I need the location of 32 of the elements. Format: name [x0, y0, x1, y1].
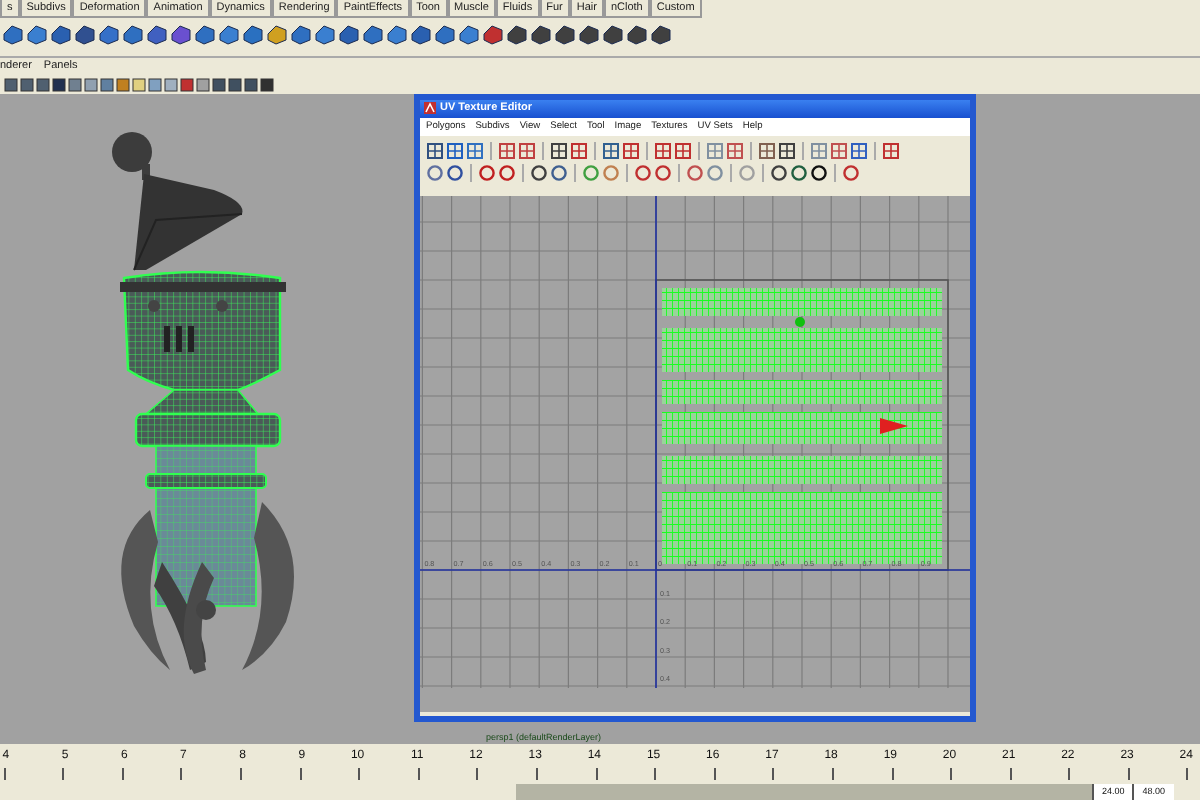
- tool-icon[interactable]: [602, 22, 624, 47]
- tool-icon[interactable]: [426, 141, 444, 160]
- tool-icon[interactable]: [578, 22, 600, 47]
- app-logo-icon: [424, 102, 436, 115]
- tool-icon[interactable]: [122, 22, 144, 47]
- tool-icon[interactable]: [530, 22, 552, 47]
- tool-icon[interactable]: [26, 22, 48, 47]
- tool-icon[interactable]: [506, 22, 528, 47]
- tool-icon[interactable]: [362, 22, 384, 47]
- tool-icon[interactable]: [2, 22, 24, 47]
- tool-icon[interactable]: [314, 22, 336, 47]
- tool-icon[interactable]: [194, 22, 216, 47]
- tool-icon[interactable]: [554, 22, 576, 47]
- tool-icon[interactable]: [778, 141, 796, 160]
- tool-icon[interactable]: [146, 22, 168, 47]
- tool-icon[interactable]: [386, 22, 408, 47]
- tool-icon[interactable]: [338, 22, 360, 47]
- tool-icon[interactable]: [410, 22, 432, 47]
- tool-icon[interactable]: [98, 22, 120, 47]
- tool-icon[interactable]: [290, 22, 312, 47]
- tool-icon[interactable]: [242, 22, 264, 47]
- tool-icon[interactable]: [218, 22, 240, 47]
- tool-icon[interactable]: [482, 22, 504, 47]
- tool-icon[interactable]: [74, 22, 96, 47]
- tool-icon[interactable]: [170, 22, 192, 47]
- tool-icon[interactable]: [626, 22, 648, 47]
- tool-icon[interactable]: [434, 22, 456, 47]
- tool-icon[interactable]: [550, 141, 568, 160]
- tool-icon[interactable]: [458, 22, 480, 47]
- tool-icon[interactable]: [650, 22, 672, 47]
- tool-icon[interactable]: [266, 22, 288, 47]
- tool-icon[interactable]: [50, 22, 72, 47]
